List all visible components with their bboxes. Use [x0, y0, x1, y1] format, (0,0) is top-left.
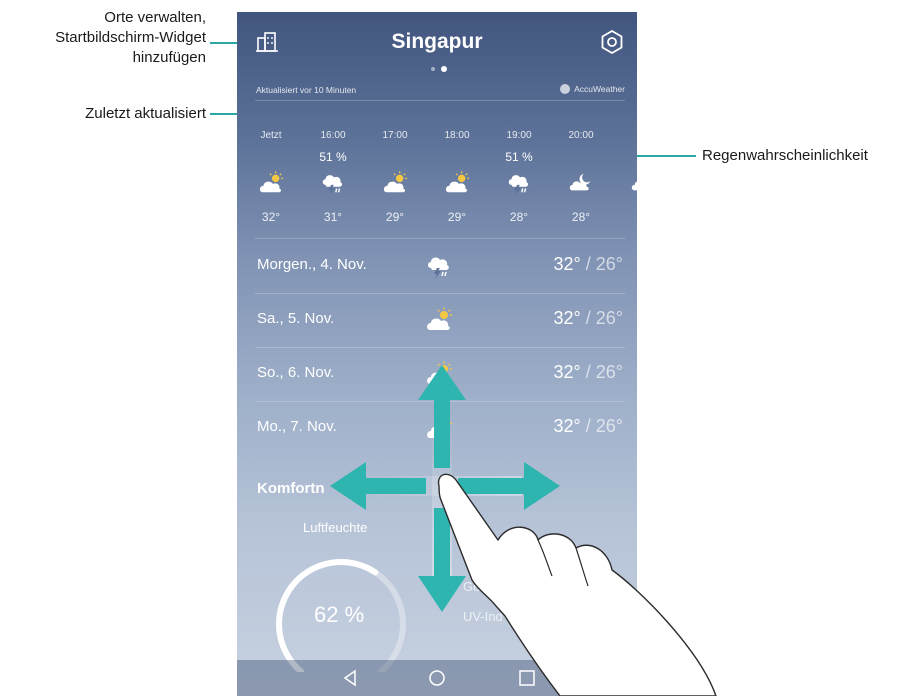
- hourly-time: Jetzt: [260, 130, 282, 141]
- page-dot: [431, 67, 435, 71]
- hourly-item: 20:00 28°: [551, 130, 611, 230]
- partly-cloudy-sun-icon: [425, 306, 453, 334]
- daily-high-temp: 32°: [553, 416, 581, 436]
- hourly-temperature: 28°: [571, 210, 591, 224]
- daily-date-label: Mo., 7. Nov.: [257, 418, 337, 435]
- daily-date-label: Sa., 5. Nov.: [257, 310, 335, 327]
- hourly-item: 18:00 29°: [427, 130, 487, 230]
- hourly-item: Jetzt 32°: [241, 130, 301, 230]
- divider: [255, 100, 625, 101]
- daily-low-temp: / 26°: [580, 416, 623, 436]
- navigation-bar: [237, 660, 637, 696]
- partly-cloudy-moon-icon: [568, 170, 594, 196]
- daily-low-temp: / 26°: [580, 362, 623, 382]
- uv-index-label: UV-Ind: [463, 609, 503, 624]
- daily-temperature-range: 32° / 26°: [554, 416, 623, 437]
- hourly-rain-probability: 51 %: [319, 150, 347, 164]
- daily-high-temp: 32°: [553, 308, 581, 328]
- partly-cloudy-moon-icon: [630, 170, 637, 196]
- daily-forecast-row[interactable]: Mo., 7. Nov. 32° / 26°: [237, 402, 637, 456]
- partly-cloudy-sun-icon: [444, 170, 470, 196]
- hourly-time: 17:00: [382, 130, 408, 141]
- daily-date-label: Morgen., 4. Nov.: [257, 256, 367, 273]
- hourly-temperature: 29°: [447, 210, 467, 224]
- daily-forecast-row[interactable]: Sa., 5. Nov. 32° / 26°: [237, 294, 637, 348]
- feels-like-label: Gefühlt: [463, 579, 505, 594]
- hourly-temperature: 29°: [385, 210, 405, 224]
- daily-date-label: So., 6. Nov.: [257, 364, 335, 381]
- provider-name: AccuWeather: [574, 84, 625, 94]
- hourly-time: 16:00: [320, 130, 346, 141]
- hourly-item: 16:00 51 % 31°: [303, 130, 363, 230]
- hourly-temperature: 2: [613, 210, 637, 224]
- daily-forecast-row[interactable]: So., 6. Nov. 32° / 26°: [237, 348, 637, 402]
- hourly-forecast[interactable]: Jetzt 32° 16:00 51 % 31° 17:00 29° 18:00 29° 19:0…: [241, 130, 637, 230]
- hourly-temperature: 31°: [323, 210, 343, 224]
- callout-manage-line3: hinzufügen: [132, 49, 206, 66]
- daily-low-temp: / 26°: [580, 308, 623, 328]
- daily-temperature-range: 32° / 26°: [554, 254, 623, 275]
- accuweather-credit: AccuWeather: [560, 84, 625, 94]
- daily-low-temp: / 26°: [580, 254, 623, 274]
- hourly-item: 22: [613, 130, 637, 230]
- hourly-item: 17:00 29°: [365, 130, 425, 230]
- nav-recent-apps-icon[interactable]: [518, 669, 536, 687]
- partly-cloudy-sun-icon: [258, 170, 284, 196]
- hourly-rain-probability: 51 %: [505, 150, 533, 164]
- hourly-temperature: 28°: [509, 210, 529, 224]
- daily-forecast-row[interactable]: Morgen., 4. Nov. 32° / 26°: [237, 240, 637, 294]
- page-dot-active: [441, 66, 447, 72]
- last-updated-text: Aktualisiert vor 10 Minuten: [256, 85, 357, 95]
- daily-high-temp: 32°: [553, 362, 581, 382]
- humidity-label: Luftfeuchte: [303, 520, 368, 535]
- accuweather-logo-icon: [560, 84, 571, 94]
- callout-manage-places: Orte verwalten, Startbildschirm-Widget h…: [55, 8, 206, 68]
- hourly-temperature: 32°: [261, 210, 281, 224]
- hourly-time: 18:00: [444, 130, 470, 141]
- nav-home-icon[interactable]: [428, 669, 446, 687]
- daily-temperature-range: 32° / 26°: [554, 308, 623, 329]
- page-indicator: [429, 66, 449, 72]
- partly-cloudy-sun-icon: [382, 170, 408, 196]
- partly-cloudy-sun-icon: [425, 414, 453, 442]
- daily-high-temp: 32°: [553, 254, 581, 274]
- callout-updated: Zuletzt aktualisiert: [85, 105, 206, 122]
- hourly-time: 19:00: [506, 130, 532, 141]
- city-title: Singapur: [391, 30, 483, 53]
- callout-manage-line2: Startbildschirm-Widget: [55, 29, 206, 46]
- hourly-item: 19:00 51 % 28°: [489, 130, 549, 230]
- daily-forecast[interactable]: Morgen., 4. Nov. 32° / 26° Sa., 5. Nov. 32°…: [237, 240, 637, 460]
- partly-cloudy-sun-icon: [425, 360, 453, 388]
- thunderstorm-icon: [320, 170, 346, 196]
- thunderstorm-icon: [425, 252, 453, 280]
- daily-temperature-range: 32° / 26°: [554, 362, 623, 383]
- thunderstorm-icon: [506, 170, 532, 196]
- callout-manage-line1: Orte verwalten,: [104, 9, 206, 26]
- humidity-value: 62 %: [314, 602, 365, 627]
- callout-rain: Regenwahrscheinlichkeit: [702, 147, 868, 164]
- settings-gear-icon[interactable]: [599, 29, 625, 55]
- weather-app-screen: Singapur Aktualisiert vor 10 Minuten Acc…: [237, 12, 637, 696]
- nav-back-icon[interactable]: [341, 669, 359, 687]
- divider: [255, 238, 625, 239]
- hourly-time: 2: [613, 130, 637, 141]
- comfort-title: Komfortn: [257, 480, 325, 497]
- hourly-time: 20:00: [568, 130, 594, 141]
